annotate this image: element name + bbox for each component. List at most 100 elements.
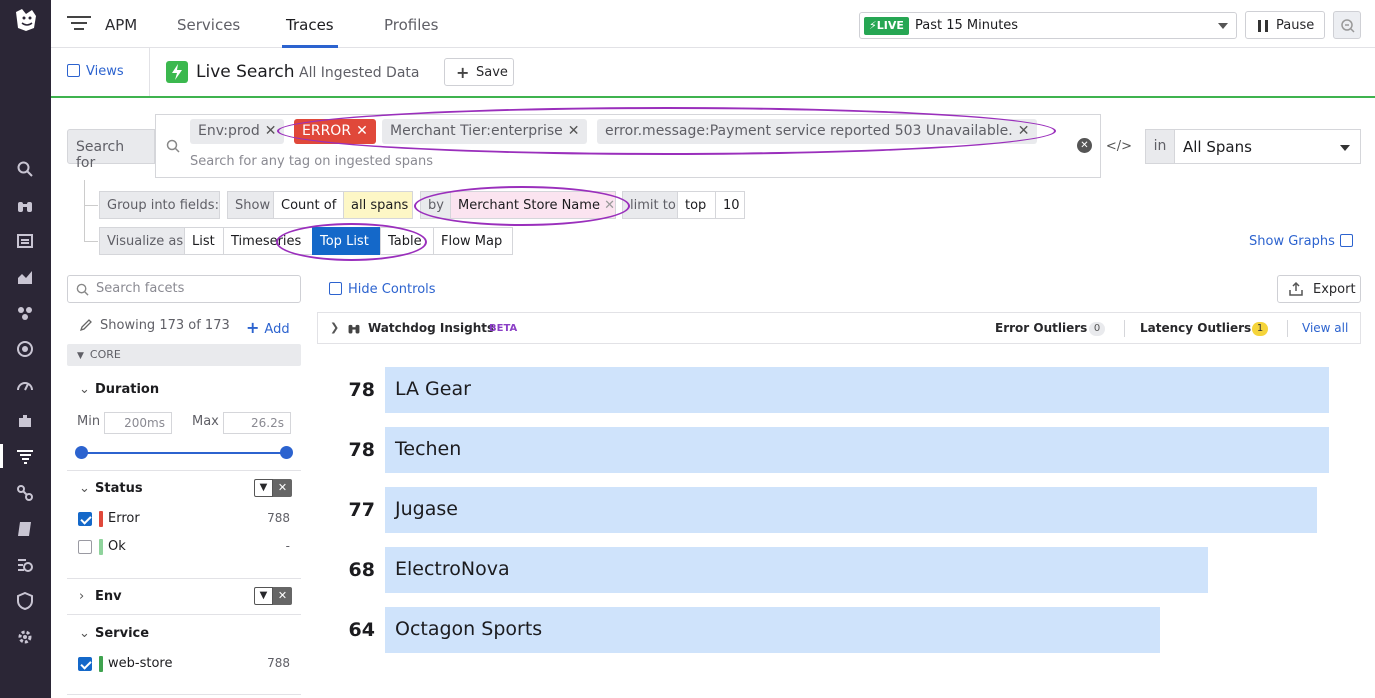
chevron-right-icon: ›	[79, 589, 85, 604]
tab-profiles[interactable]: Profiles	[384, 16, 438, 34]
facet-item-error[interactable]: Error 788	[78, 511, 290, 529]
notebook-icon[interactable]	[16, 520, 34, 538]
settings-gear-icon[interactable]	[16, 628, 34, 646]
limit-value-input[interactable]: 10	[715, 191, 745, 219]
all-spans-select[interactable]: all spans	[343, 191, 413, 219]
viz-list[interactable]: List	[184, 227, 224, 255]
pause-icon	[1258, 20, 1268, 32]
network-icon[interactable]	[16, 484, 34, 502]
toplist-count: 78	[348, 439, 375, 461]
monitors-icon[interactable]	[16, 340, 34, 358]
limit-label: limit to	[622, 191, 678, 219]
zoom-out-button[interactable]	[1333, 11, 1361, 39]
save-label: Save	[476, 65, 508, 80]
facet-item-label: Ok	[108, 539, 126, 554]
search-hint: Search for any tag on ingested spans	[190, 154, 433, 169]
apm-menu-icon[interactable]	[67, 15, 91, 37]
facet-status-header[interactable]: ⌄ Status	[79, 481, 143, 496]
page-subtitle: All Ingested Data	[299, 65, 420, 81]
close-icon[interactable]: ✕	[265, 123, 277, 139]
dashboard-icon[interactable]	[16, 232, 34, 250]
checkbox-checked[interactable]	[78, 657, 92, 671]
facet-item-web-store[interactable]: web-store 788	[78, 656, 290, 674]
divider	[67, 470, 301, 471]
close-icon[interactable]: ✕	[273, 479, 292, 497]
chevron-down-icon: ⌄	[79, 481, 90, 496]
save-button[interactable]: + Save	[444, 58, 514, 86]
toplist-label: LA Gear	[395, 378, 471, 400]
close-icon[interactable]: ✕	[273, 587, 292, 605]
search-icon	[166, 139, 180, 157]
duration-max-input[interactable]: 26.2s	[223, 412, 291, 434]
duration-max-label: Max	[192, 414, 219, 429]
code-view-button[interactable]: </>	[1103, 129, 1135, 164]
count-of-select[interactable]: Count of	[273, 191, 344, 219]
security-shield-icon[interactable]	[16, 591, 34, 611]
speedometer-icon[interactable]	[16, 376, 34, 394]
span-scope-select[interactable]: All Spans	[1175, 129, 1361, 164]
puzzle-icon[interactable]	[16, 412, 34, 430]
slider-max-handle[interactable]	[280, 446, 293, 459]
facet-search-input[interactable]	[96, 281, 296, 296]
search-icon[interactable]	[16, 160, 34, 178]
status-color-swatch	[99, 511, 103, 527]
duration-slider	[81, 452, 287, 454]
toplist-count: 64	[348, 619, 375, 641]
binoculars-icon[interactable]	[16, 196, 34, 214]
time-range-selector[interactable]: ⚡LIVE Past 15 Minutes	[859, 12, 1237, 39]
viz-flow-map[interactable]: Flow Map	[433, 227, 513, 255]
filter-icon[interactable]: ▼	[254, 587, 273, 605]
facet-search[interactable]	[67, 275, 301, 303]
chevron-down-icon: ⌄	[79, 382, 90, 397]
annotation-ring-top-list	[276, 223, 427, 261]
metrics-chart-icon[interactable]	[16, 268, 34, 286]
views-link[interactable]: Views	[67, 64, 124, 79]
plus-icon: +	[246, 318, 260, 337]
view-all-link[interactable]: View all	[1302, 321, 1348, 335]
datadog-logo-icon[interactable]	[12, 6, 40, 34]
checkbox-unchecked[interactable]	[78, 540, 92, 554]
export-button[interactable]: Export	[1277, 275, 1361, 303]
chevron-down-icon: ⌄	[79, 626, 90, 641]
tab-services[interactable]: Services	[177, 16, 240, 34]
tree-connector	[84, 241, 98, 242]
binoculars-icon	[347, 321, 361, 339]
filter-icon[interactable]: ▼	[254, 479, 273, 497]
export-label: Export	[1313, 282, 1356, 297]
expand-icon	[1339, 234, 1353, 247]
tab-traces[interactable]: Traces	[282, 16, 338, 48]
show-graphs-link[interactable]: Show Graphs	[1249, 234, 1353, 249]
watchdog-insights-bar[interactable]: ❯ Watchdog Insights BETA Error Outliers …	[317, 312, 1361, 344]
facet-item-label: web-store	[108, 656, 173, 671]
facet-duration-header[interactable]: ⌄ Duration	[79, 382, 159, 397]
facet-service-header[interactable]: ⌄ Service	[79, 626, 149, 641]
live-badge: ⚡LIVE	[864, 17, 909, 35]
facet-env-header[interactable]: › Env	[79, 589, 122, 604]
clear-icon[interactable]: ✕	[1077, 138, 1092, 153]
query-chip-env[interactable]: Env:prod ✕	[190, 119, 285, 144]
divider	[1124, 320, 1125, 337]
limit-mode-select[interactable]: top	[677, 191, 716, 219]
service-color-swatch	[99, 656, 103, 672]
divider	[149, 48, 150, 96]
pause-button[interactable]: Pause	[1245, 11, 1325, 39]
top-bar: APM Services Traces Profiles ⚡LIVE Past …	[51, 0, 1375, 48]
facet-item-ok[interactable]: Ok -	[78, 539, 290, 557]
slider-min-handle[interactable]	[75, 446, 88, 459]
divider	[67, 578, 301, 579]
pencil-icon[interactable]	[79, 318, 93, 336]
duration-min-input[interactable]: 200ms	[104, 412, 172, 434]
product-title: APM	[105, 16, 138, 34]
apm-traces-icon[interactable]	[16, 447, 34, 465]
core-section-header[interactable]: ▼ CORE	[67, 344, 301, 366]
integrations-icon[interactable]	[16, 304, 34, 322]
watchdog-title: Watchdog Insights	[368, 321, 495, 335]
hide-controls-link[interactable]: Hide Controls	[329, 282, 436, 297]
add-facet-button[interactable]: + Add	[246, 318, 290, 337]
logs-icon[interactable]	[16, 556, 34, 574]
checkbox-checked[interactable]	[78, 512, 92, 526]
in-label: in	[1145, 129, 1175, 164]
annotation-ring-group-by	[414, 186, 630, 226]
live-bolt-icon	[166, 61, 188, 83]
chevron-down-icon: ▼	[77, 351, 84, 361]
